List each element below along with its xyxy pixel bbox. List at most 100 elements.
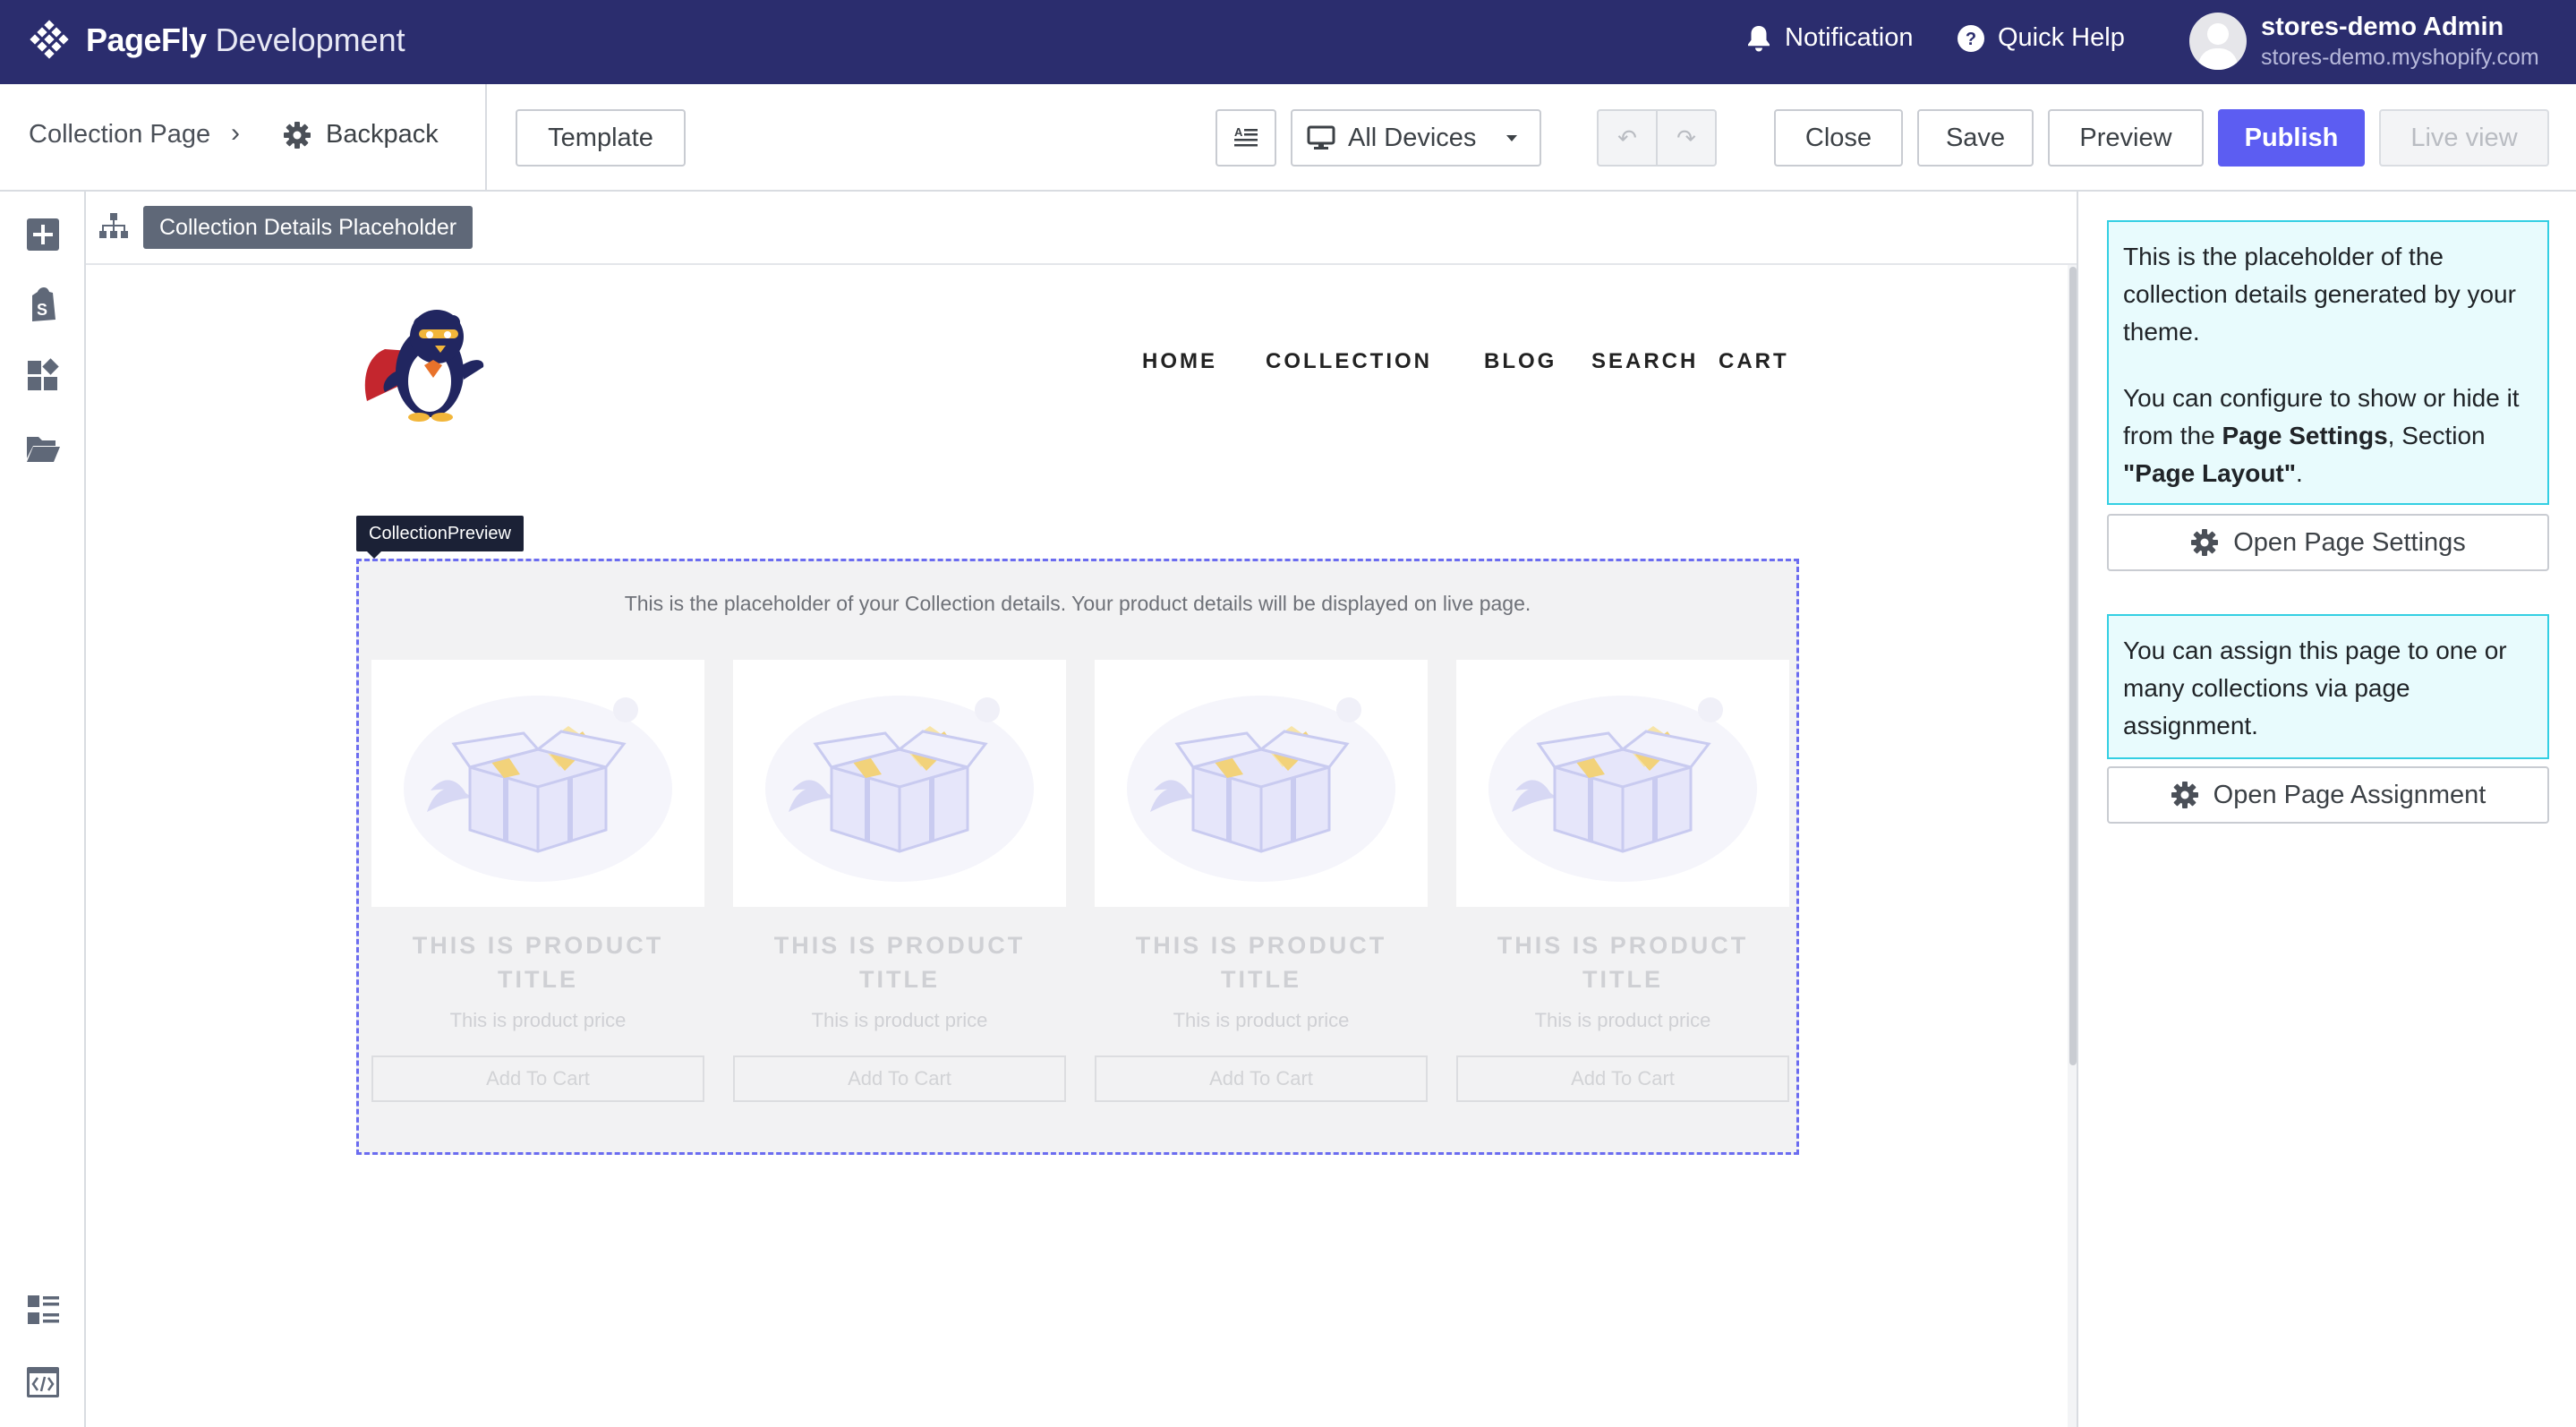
caret-down-icon (1506, 135, 1517, 141)
product-price: This is product price (1173, 1009, 1350, 1031)
nav-link-collection[interactable]: COLLECTION (1266, 349, 1432, 374)
top-bar: PageFly Development Notification ? Quick… (0, 0, 2576, 84)
help-icon: ? (1958, 24, 1984, 52)
apps-icon[interactable] (25, 358, 61, 394)
device-select[interactable]: All Devices (1291, 109, 1541, 167)
product-price: This is product price (1534, 1009, 1711, 1031)
product-title: THIS IS PRODUCT TITLE (1135, 932, 1387, 993)
collection-details-placeholder[interactable]: This is the placeholder of your Collecti… (356, 559, 1799, 1155)
nav-link-blog[interactable]: BLOG (1484, 349, 1557, 374)
placeholder-info-text: This is the placeholder of the collectio… (2123, 243, 2516, 346)
preview-button[interactable]: Preview (2048, 109, 2204, 167)
product-image (371, 660, 704, 907)
shopify-icon[interactable]: S (25, 286, 61, 322)
add-to-cart-button[interactable]: Add To Cart (371, 1055, 704, 1102)
bell-icon (1748, 25, 1770, 51)
page-settings-term: Page Settings (2222, 422, 2388, 449)
publish-button[interactable]: Publish (2218, 109, 2365, 167)
product-image (1095, 660, 1428, 907)
text-align-icon: A (1234, 125, 1258, 147)
canvas-breadcrumb-bar: Collection Details Placeholder (86, 192, 2078, 265)
avatar (2189, 13, 2247, 70)
quick-help-button[interactable]: ? Quick Help (1957, 23, 2125, 53)
brand-name: PageFly (86, 21, 207, 58)
open-page-settings-label: Open Page Settings (2233, 527, 2466, 557)
code-editor-icon[interactable] (25, 1364, 61, 1400)
assignment-info-box: You can assign this page to one or many … (2107, 614, 2549, 759)
breadcrumb-item-label: Backpack (326, 120, 439, 149)
quick-help-label: Quick Help (1998, 23, 2125, 52)
product-price: This is product price (449, 1009, 627, 1031)
assignment-info-text: You can assign this page to one or many … (2123, 637, 2507, 739)
product-title: THIS IS PRODUCT TITLE (412, 932, 664, 993)
template-button[interactable]: Template (516, 109, 686, 167)
history-controls: ↶ ↷ (1597, 109, 1717, 167)
open-page-settings-button[interactable]: Open Page Settings (2107, 514, 2549, 571)
redo-button[interactable]: ↷ (1658, 111, 1715, 165)
product-image (1456, 660, 1789, 907)
placeholder-info-box: This is the placeholder of the collectio… (2107, 220, 2549, 505)
canvas-scrollbar-thumb[interactable] (2069, 267, 2077, 1065)
info-text-part: , Section (2387, 422, 2486, 449)
brand[interactable]: PageFly Development (29, 20, 405, 61)
page-settings-info-text: You can configure to show or hide it fro… (2123, 380, 2533, 492)
user-store: stores-demo.myshopify.com (2261, 45, 2539, 70)
device-select-label: All Devices (1348, 123, 1477, 152)
breadcrumb-separator: › (231, 118, 240, 148)
page-layout-term: "Page Layout" (2123, 459, 2297, 487)
gear-icon (2191, 529, 2219, 556)
undo-button[interactable]: ↶ (1599, 111, 1658, 165)
add-element-icon[interactable] (25, 217, 61, 252)
user-name: stores-demo Admin (2261, 13, 2504, 41)
nav-link-cart[interactable]: CART (1719, 349, 1789, 374)
pagefly-logo-icon (30, 20, 69, 59)
placeholder-note: This is the placeholder of your Collecti… (624, 592, 1531, 615)
folder-open-icon[interactable] (25, 430, 61, 466)
add-to-cart-button[interactable]: Add To Cart (1456, 1055, 1789, 1102)
product-title: THIS IS PRODUCT TITLE (773, 932, 1026, 993)
empty-box-icon (765, 696, 1034, 882)
svg-text:?: ? (1966, 30, 1976, 49)
breadcrumb-item[interactable]: Backpack (283, 120, 439, 150)
nav-link-search[interactable]: SEARCH (1591, 349, 1698, 374)
add-to-cart-button[interactable]: Add To Cart (733, 1055, 1066, 1102)
desktop-icon (1307, 125, 1335, 150)
close-button[interactable]: Close (1774, 109, 1903, 167)
layer-tree-icon[interactable] (98, 211, 129, 242)
breadcrumb-page[interactable]: Collection Page (29, 120, 210, 150)
notification-label: Notification (1785, 23, 1914, 52)
gear-icon (2171, 782, 2198, 808)
product-card: THIS IS PRODUCT TITLE This is product pr… (371, 660, 704, 1102)
user-menu[interactable]: stores-demo Admin stores-demo.myshopify.… (2189, 11, 2539, 72)
brand-suffix: Development (215, 21, 405, 58)
info-text-part: . (2296, 459, 2303, 487)
left-toolbar: S (0, 192, 86, 1427)
add-to-cart-button[interactable]: Add To Cart (1095, 1055, 1428, 1102)
open-page-assignment-button[interactable]: Open Page Assignment (2107, 766, 2549, 824)
nav-link-home[interactable]: HOME (1142, 349, 1217, 374)
save-button[interactable]: Save (1917, 109, 2034, 167)
page-outline-icon[interactable] (25, 1293, 61, 1329)
empty-box-icon (404, 696, 672, 882)
selected-element-tag[interactable]: Collection Details Placeholder (143, 206, 473, 249)
product-card: THIS IS PRODUCT TITLE This is product pr… (733, 660, 1066, 1102)
notification-button[interactable]: Notification (1745, 23, 1913, 53)
product-title: THIS IS PRODUCT TITLE (1497, 932, 1749, 993)
svg-text:A: A (1234, 125, 1243, 139)
live-view-button[interactable]: Live view (2379, 109, 2549, 167)
text-format-button[interactable]: A (1215, 109, 1276, 167)
product-price: This is product price (811, 1009, 988, 1031)
product-card: THIS IS PRODUCT TITLE This is product pr… (1456, 660, 1789, 1102)
store-logo-image (364, 310, 484, 422)
svg-text:S: S (37, 301, 47, 319)
toolbar-divider (485, 84, 487, 192)
collection-preview-tag[interactable]: CollectionPreview (356, 516, 524, 559)
panel-divider (2077, 192, 2078, 1427)
empty-box-icon (1127, 696, 1395, 882)
product-image (733, 660, 1066, 907)
product-card: THIS IS PRODUCT TITLE This is product pr… (1095, 660, 1428, 1102)
editor-toolbar: Collection Page › Backpack Template A Al… (0, 84, 2576, 192)
empty-box-icon (1488, 696, 1757, 882)
gear-icon (284, 121, 311, 149)
open-page-assignment-label: Open Page Assignment (2213, 780, 2486, 809)
